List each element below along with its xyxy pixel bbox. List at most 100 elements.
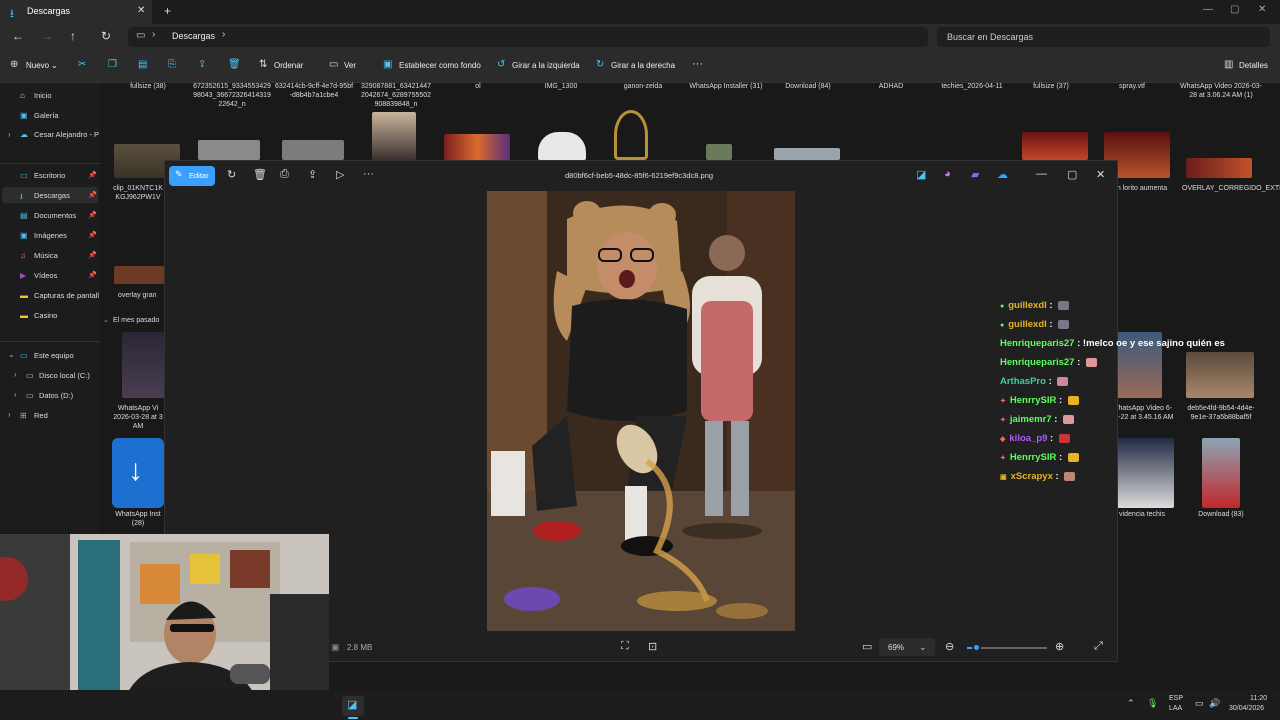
app-icon[interactable]: ▰: [971, 168, 979, 181]
zoom-slider-thumb[interactable]: [972, 643, 981, 652]
minimize-button[interactable]: —: [1036, 168, 1047, 180]
image-thumbnail[interactable]: [1202, 438, 1240, 508]
forward-icon[interactable]: →: [41, 29, 53, 43]
clock-time[interactable]: 11:20: [1250, 695, 1267, 702]
language-indicator[interactable]: ESP: [1169, 695, 1183, 702]
image-thumbnail[interactable]: [1116, 438, 1174, 508]
new-tab-button[interactable]: +: [164, 4, 171, 18]
file-label[interactable]: spray.vtf: [1100, 82, 1164, 91]
delete-icon[interactable]: 🗑: [253, 168, 267, 181]
search-input[interactable]: Buscar en Descargas: [947, 32, 1033, 42]
file-label[interactable]: overlay gran: [118, 291, 164, 300]
up-icon[interactable]: ↑: [70, 29, 76, 43]
image-thumbnail[interactable]: [706, 144, 732, 160]
copy-icon[interactable]: ❐: [108, 59, 117, 70]
cat-thumbnail[interactable]: [538, 132, 586, 160]
file-label[interactable]: IMG_1300: [530, 82, 592, 91]
sidebar-item-onedrive[interactable]: Cesar Alejandro - P: [34, 130, 99, 139]
chevron-right-icon[interactable]: ›: [14, 370, 17, 379]
close-button[interactable]: ✕: [1096, 168, 1105, 181]
slideshow-icon[interactable]: ▷: [336, 168, 344, 181]
sidebar-item-videos[interactable]: Vídeos: [34, 271, 57, 280]
fullscreen-icon[interactable]: ⤢: [1094, 640, 1103, 653]
file-label[interactable]: videncia techis: [1108, 510, 1176, 519]
chevron-right-icon[interactable]: ›: [222, 29, 225, 40]
share-icon[interactable]: ⇪: [308, 168, 317, 181]
breadcrumb-descargas[interactable]: Descargas: [172, 31, 215, 41]
details-button[interactable]: Detalles: [1239, 61, 1268, 70]
image-thumbnail[interactable]: [1186, 158, 1252, 178]
file-label[interactable]: Download (83): [1190, 510, 1252, 519]
paste-icon[interactable]: ▤: [138, 59, 147, 70]
file-label[interactable]: WhatsApp Inst (28): [110, 510, 166, 528]
sidebar-item-escritorio[interactable]: Escritorio: [34, 171, 65, 180]
clock-date[interactable]: 30/04/2026: [1229, 705, 1264, 712]
cut-icon[interactable]: ✂: [78, 59, 86, 70]
rename-icon[interactable]: ⎘: [168, 59, 176, 70]
breadcrumb[interactable]: ▭ › Descargas ›: [128, 27, 928, 47]
zoom-out-icon[interactable]: ⊖: [945, 640, 954, 653]
close-window-button[interactable]: ✕: [1258, 4, 1266, 15]
app-icon[interactable]: ◪: [916, 168, 926, 181]
lol-logo-thumbnail[interactable]: [614, 110, 648, 160]
file-label[interactable]: 632414cb-9cff-4e7d-95bf-d8b4b7a1cbe4: [274, 82, 354, 100]
chevron-down-icon[interactable]: ⌄: [51, 61, 58, 70]
image-thumbnail[interactable]: [282, 140, 344, 160]
share-icon[interactable]: ⇪: [198, 59, 206, 70]
print-icon[interactable]: ⎙: [280, 168, 289, 181]
image-thumbnail[interactable]: [198, 140, 260, 160]
search-box[interactable]: Buscar en Descargas: [937, 27, 1270, 47]
chevron-right-icon[interactable]: ›: [8, 130, 11, 139]
sidebar-item-disco-c[interactable]: Disco local (C:): [39, 371, 90, 380]
sort-button[interactable]: Ordenar: [274, 61, 303, 70]
back-icon[interactable]: ←: [12, 29, 24, 43]
file-label[interactable]: WhatsApp Video 6-03-22 at 3.45.16 AM: [1108, 404, 1176, 422]
chevron-down-icon[interactable]: ⌄: [103, 316, 109, 324]
file-label[interactable]: fullsize (38): [120, 82, 176, 91]
file-label[interactable]: ol: [456, 82, 500, 91]
view-button[interactable]: Ver: [344, 61, 356, 70]
file-label[interactable]: ganon-zelda: [612, 82, 674, 91]
rotate-icon[interactable]: ↻: [227, 168, 236, 181]
set-wallpaper-button[interactable]: Establecer como fondo: [399, 61, 481, 70]
image-thumbnail[interactable]: [1186, 352, 1254, 398]
app-icon[interactable]: ◕: [944, 168, 951, 180]
chevron-right-icon[interactable]: ›: [14, 390, 17, 399]
edit-button[interactable]: ✎ Editar: [169, 166, 215, 186]
sidebar-item-este-equipo[interactable]: Este equipo: [34, 351, 74, 360]
refresh-icon[interactable]: ↻: [101, 29, 111, 43]
sidebar-item-musica[interactable]: Música: [34, 251, 58, 260]
file-label[interactable]: fullsize (37): [1020, 82, 1082, 91]
file-label[interactable]: Download (84): [772, 82, 844, 91]
image-thumbnail[interactable]: [114, 266, 164, 284]
mic-icon[interactable]: 🎙: [1147, 698, 1158, 709]
chevron-down-icon[interactable]: ⌄: [919, 642, 927, 653]
file-label[interactable]: 672352615_933455342998043_36672326414319…: [192, 82, 272, 109]
fit-window-icon[interactable]: ▭: [862, 640, 872, 653]
sidebar-item-datos-d[interactable]: Datos (D:): [39, 391, 73, 400]
onedrive-icon[interactable]: ☁: [997, 168, 1008, 181]
sidebar-item-casino[interactable]: Casino: [34, 311, 57, 320]
language-indicator[interactable]: LAA: [1169, 705, 1182, 712]
file-label[interactable]: OVERLAY_CORREGIDO_EXTENSIBLE: [1182, 184, 1280, 193]
chevron-down-icon[interactable]: ⌄: [8, 350, 15, 359]
file-label[interactable]: ADHAD: [860, 82, 922, 91]
chevron-up-icon[interactable]: ⌃: [1127, 698, 1135, 709]
image-thumbnail[interactable]: [1022, 132, 1088, 160]
minimize-button[interactable]: —: [1203, 4, 1213, 15]
sidebar-item-galeria[interactable]: Galería: [34, 111, 59, 120]
sidebar-item-imagenes[interactable]: Imágenes: [34, 231, 67, 240]
file-label[interactable]: 329087881_63421447 2042674_6289755502 90…: [356, 82, 436, 109]
more-options-button[interactable]: ···: [692, 58, 703, 70]
zoom-in-icon[interactable]: ⊕: [1055, 640, 1064, 653]
actual-size-icon[interactable]: ⊡: [648, 640, 657, 653]
rotate-right-button[interactable]: Girar a la derecha: [611, 61, 675, 70]
image-thumbnail[interactable]: [774, 148, 840, 160]
file-label[interactable]: WhatsApp Video 2026-03-28 at 3.06.24 AM …: [1180, 82, 1262, 100]
chevron-right-icon[interactable]: ›: [8, 410, 11, 419]
file-label[interactable]: techies_2026-04-11: [936, 82, 1008, 91]
fit-icon[interactable]: ⛶: [621, 640, 629, 653]
volume-icon[interactable]: 🔊: [1209, 698, 1220, 709]
sidebar-item-descargas[interactable]: Descargas: [34, 191, 70, 200]
file-label[interactable]: clip_01KNTC1K KGJ962PW1V: [110, 184, 166, 202]
